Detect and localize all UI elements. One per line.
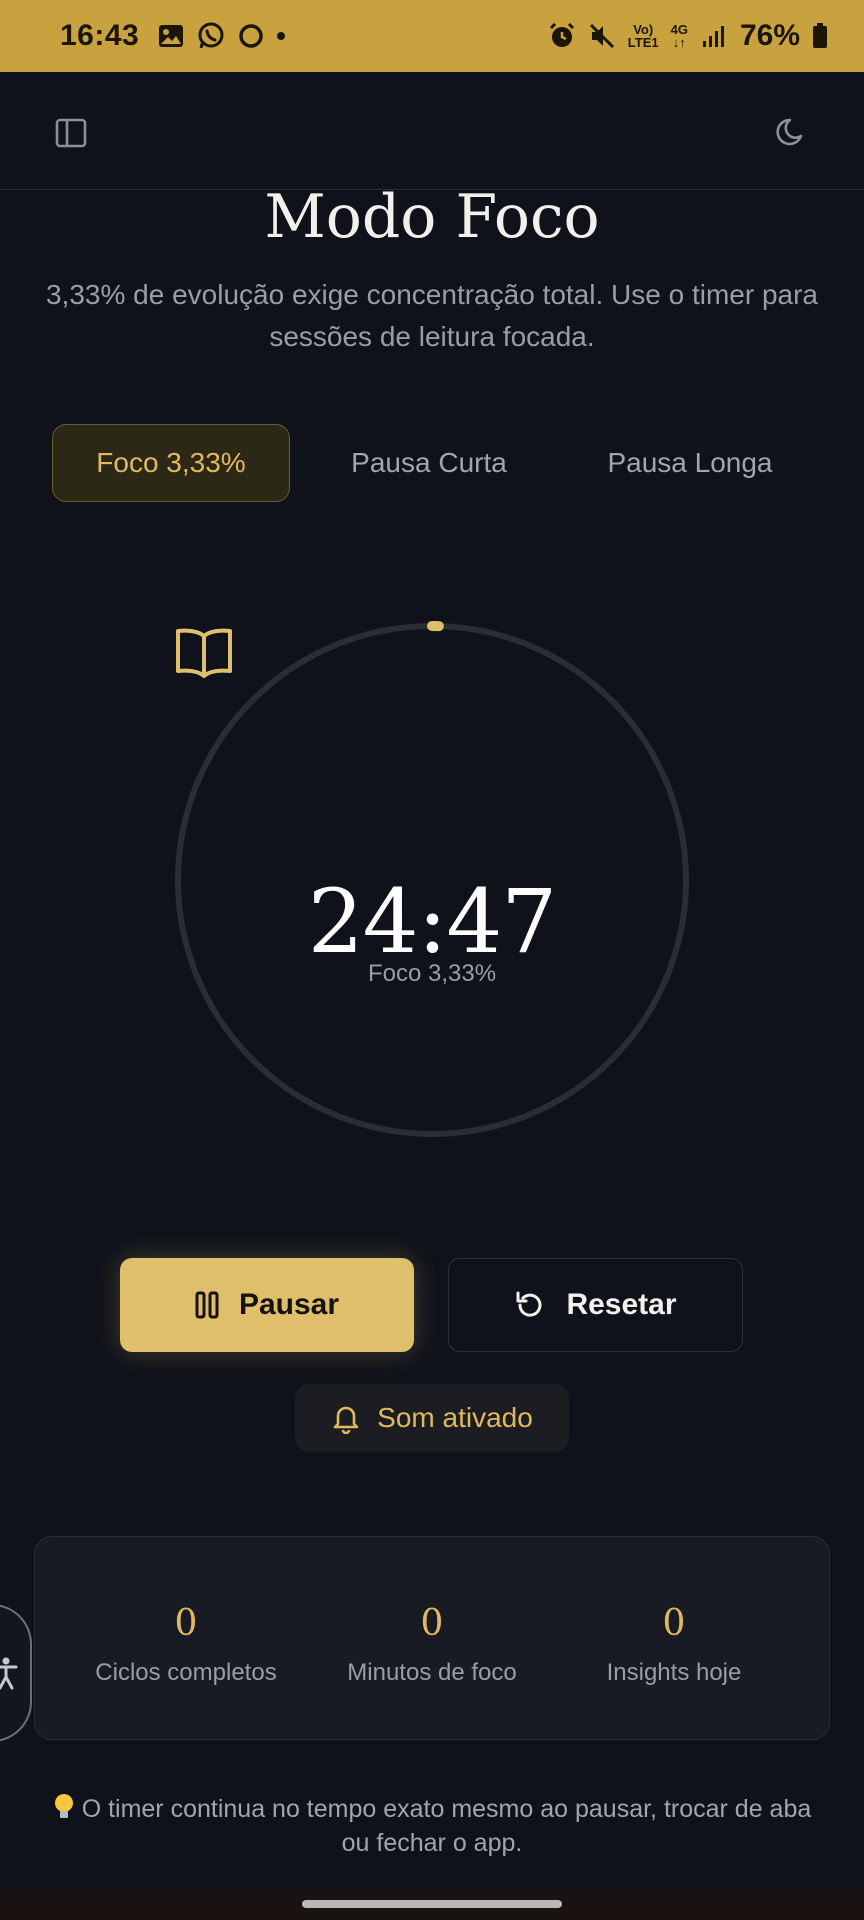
sound-toggle[interactable]: Som ativado: [295, 1384, 569, 1452]
reset-button[interactable]: Resetar: [448, 1258, 743, 1352]
stat-focus-minutes: 0 Minutos de foco: [311, 1537, 553, 1741]
sidebar-icon: [55, 118, 87, 148]
stat-value: 0: [174, 1603, 198, 1644]
tab-focus[interactable]: Foco 3,33%: [52, 424, 290, 502]
page-subtitle: 3,33% de evolução exige concentração tot…: [45, 279, 818, 352]
accessibility-button[interactable]: [0, 1604, 32, 1742]
pause-label: Pausar: [238, 1288, 340, 1321]
stat-cycles: 0 Ciclos completos: [65, 1537, 307, 1741]
timer-countdown: 24:47: [307, 870, 558, 973]
tip-text: O timer continua no tempo exato mesmo ao…: [40, 1792, 824, 1860]
sound-label: Som ativado: [377, 1402, 533, 1433]
lightbulb-icon: [53, 1794, 82, 1823]
sync-icon: [237, 22, 265, 50]
sidebar-toggle-button[interactable]: [54, 116, 88, 150]
mute-icon: [588, 22, 616, 50]
network-type: 4G ↓↑: [670, 22, 688, 50]
moon-icon: [776, 118, 803, 146]
timer-mode-label: Foco 3,33%: [367, 960, 497, 987]
system-icons: Vo) LTE1 4G ↓↑ 76%: [548, 19, 828, 53]
book-icon: [176, 628, 232, 678]
system-nav-bar: [0, 1890, 864, 1920]
notification-icons: [157, 22, 286, 50]
bell-icon: [333, 1406, 359, 1434]
alarm-icon: [548, 22, 576, 50]
tab-long-break[interactable]: Pausa Longa: [568, 424, 812, 502]
accessibility-icon: [0, 1657, 18, 1690]
tip-message: O timer continua no tempo exato mesmo ao…: [81, 1795, 812, 1857]
more-notifications-dot: [277, 32, 286, 40]
timer-mode-tabs: Foco 3,33% Pausa Curta Pausa Longa: [52, 424, 812, 502]
signal-icon: [700, 22, 728, 50]
stat-insights: 0 Insights hoje: [553, 1537, 795, 1741]
theme-toggle-button[interactable]: [774, 114, 810, 150]
pause-button[interactable]: Pausar: [120, 1258, 414, 1352]
focus-mode-screen: 16:43 Vo) LTE1 4G ↓↑ 76% Modo Foco 3,33%…: [0, 0, 864, 1920]
reset-label: Resetar: [566, 1288, 677, 1321]
stats-card: 0 Ciclos completos 0 Minutos de foco 0 I…: [34, 1536, 830, 1740]
pause-icon: [195, 1291, 219, 1319]
whatsapp-icon: [197, 22, 225, 50]
top-app-bar: [0, 72, 864, 190]
status-bar: 16:43 Vo) LTE1 4G ↓↑ 76%: [0, 0, 864, 72]
home-indicator[interactable]: [302, 1900, 562, 1908]
page-title: Modo Foco: [264, 182, 600, 252]
battery-icon: [812, 22, 828, 50]
stat-label: Ciclos completos: [95, 1659, 277, 1686]
status-time: 16:43: [60, 19, 140, 52]
stat-value: 0: [662, 1603, 686, 1644]
volte-indicator: Vo) LTE1: [627, 22, 659, 50]
image-icon: [157, 22, 185, 50]
stat-label: Minutos de foco: [347, 1659, 517, 1686]
stat-label: Insights hoje: [606, 1659, 742, 1686]
tab-short-break[interactable]: Pausa Curta: [310, 424, 548, 502]
stat-value: 0: [420, 1603, 444, 1644]
reset-icon: [516, 1291, 542, 1317]
battery-level: 76%: [739, 19, 800, 52]
timer-ring: 24:47 Foco 3,33%: [172, 620, 692, 1140]
